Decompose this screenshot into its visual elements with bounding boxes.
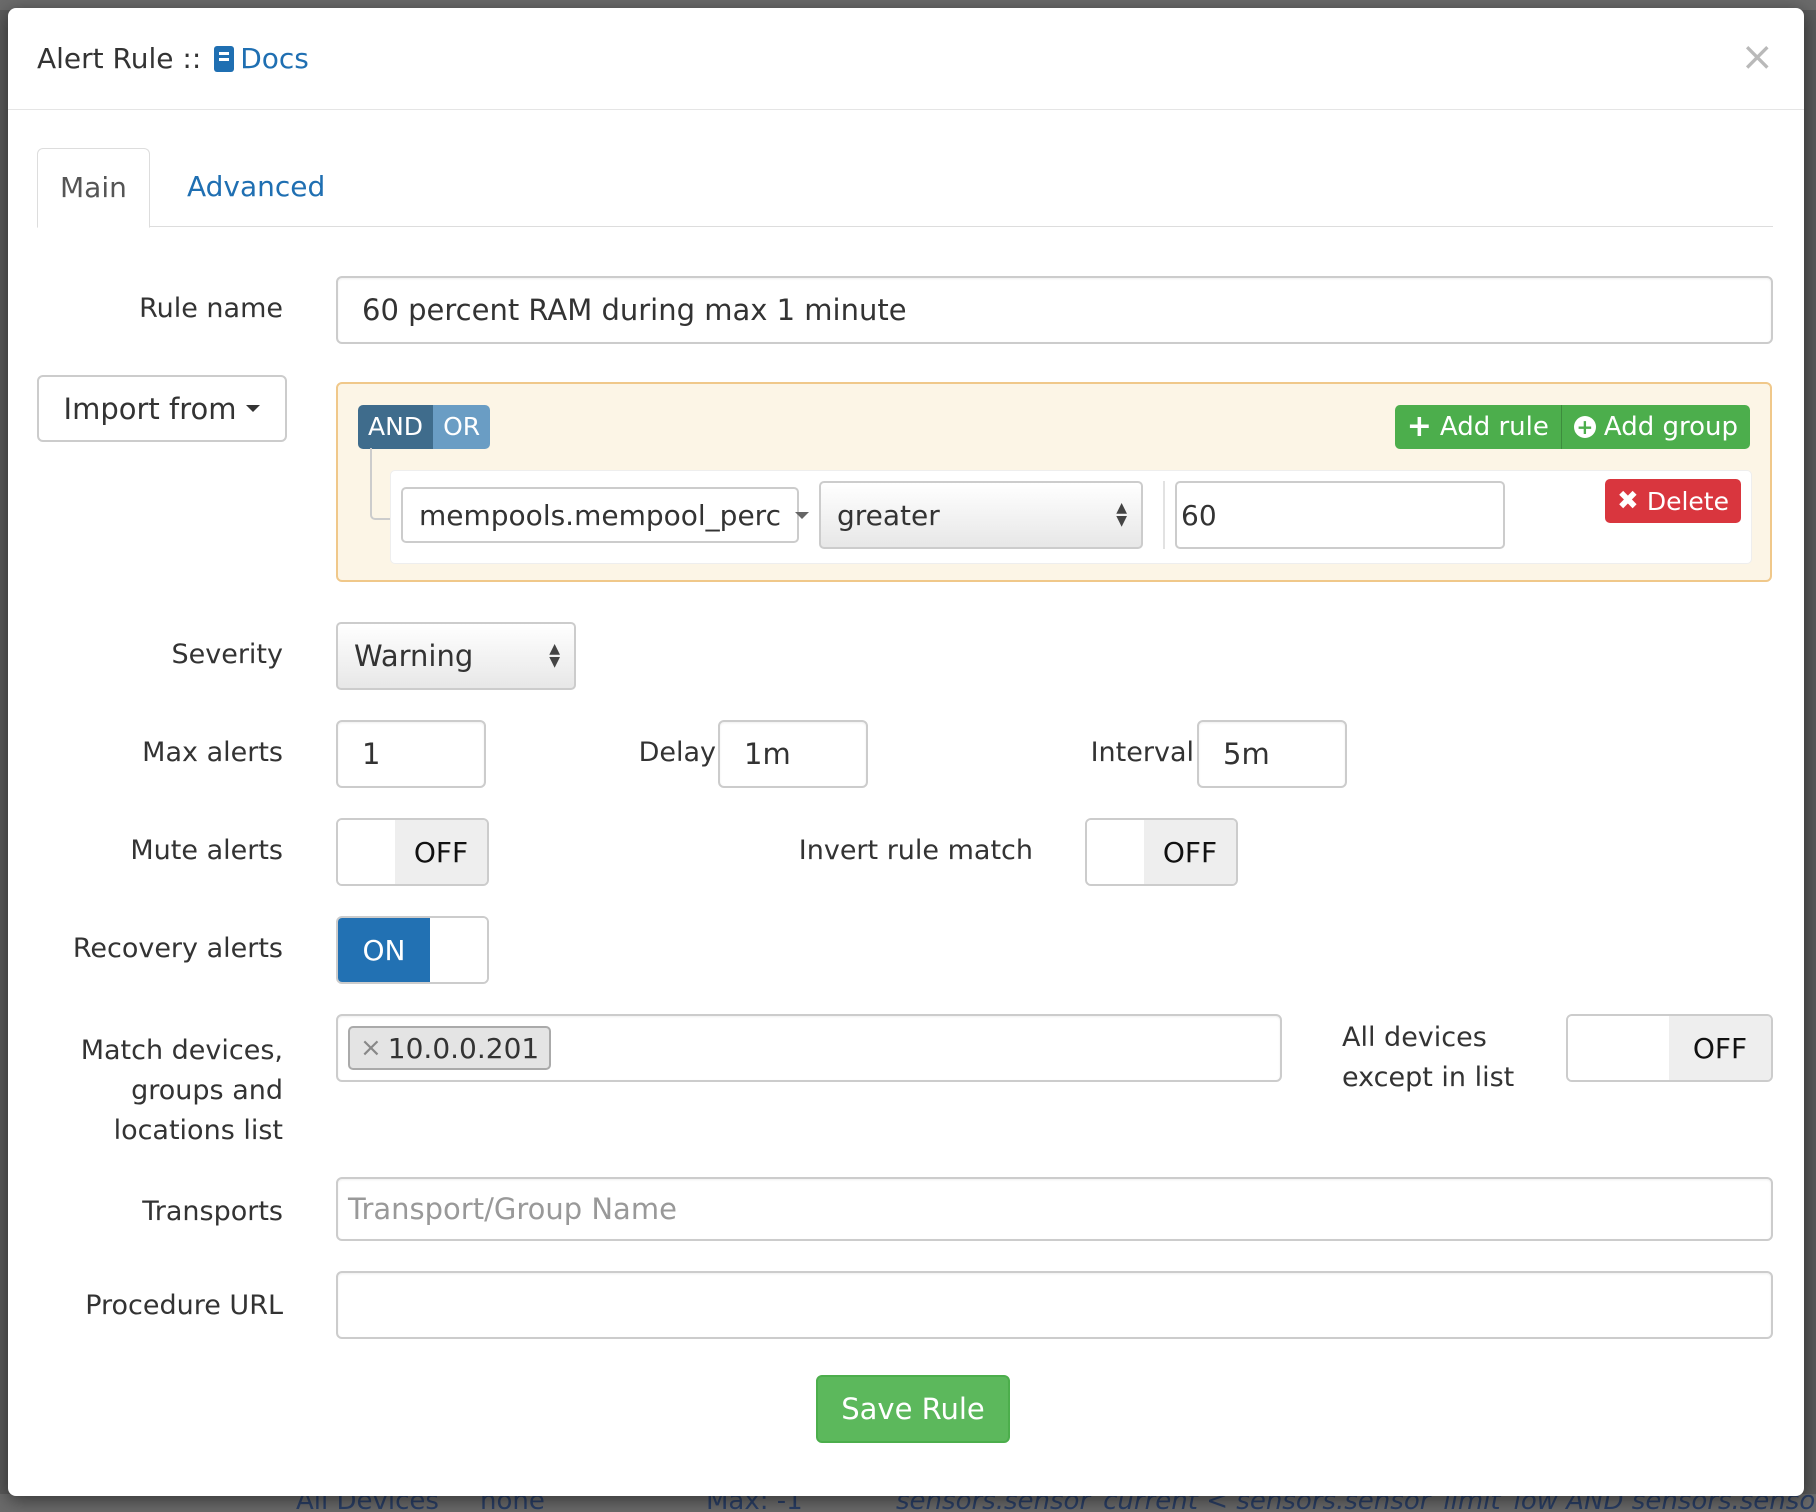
add-group-button[interactable]: + Add group (1560, 405, 1750, 449)
delete-rule-button[interactable]: ✖ Delete (1605, 479, 1741, 523)
recovery-alerts-label: Recovery alerts (72, 933, 283, 964)
caret-down-icon (794, 511, 809, 519)
toggle-handle (430, 918, 487, 982)
background-table-strip: All Devices none Max: -1 sensors.sensor_… (0, 1494, 1816, 1512)
rule-connector-line (370, 448, 392, 520)
import-from-label: Import from (63, 391, 237, 426)
rule-field-select[interactable]: mempools.mempool_perc (401, 487, 809, 543)
tab-main[interactable]: Main (37, 148, 150, 228)
toggle-handle (338, 820, 395, 884)
invert-rule-label: Invert rule match (798, 835, 1033, 866)
remove-tag-icon[interactable]: × (360, 1033, 382, 1063)
rule-field-value: mempools.mempool_perc (419, 498, 781, 532)
match-devices-label-line: locations list (113, 1115, 283, 1146)
caret-down-icon (246, 405, 261, 412)
transports-label: Transports (142, 1196, 283, 1227)
match-devices-label-line: groups and (131, 1075, 283, 1106)
rule-value-input[interactable]: 60 (1175, 481, 1505, 549)
toggle-state: OFF (395, 820, 487, 884)
match-devices-label-line: Match devices, (80, 1035, 283, 1066)
max-alerts-input[interactable]: 1 (336, 720, 486, 788)
severity-label: Severity (171, 639, 283, 670)
all-devices-toggle[interactable]: OFF (1566, 1014, 1773, 1082)
toggle-state: OFF (1144, 820, 1236, 884)
rule-divider (1163, 481, 1165, 549)
and-button[interactable]: AND (358, 405, 434, 449)
and-or-toggle: AND OR (358, 405, 491, 449)
or-button[interactable]: OR (433, 405, 491, 449)
device-tag: × 10.0.0.201 (348, 1026, 552, 1070)
background-cell: none (480, 1494, 545, 1512)
modal-header: Alert Rule :: Docs × (8, 8, 1804, 110)
plus-icon: + (1406, 409, 1432, 444)
add-buttons: + Add rule + Add group (1394, 405, 1750, 449)
severity-select[interactable]: Warning ▲ ▼ (336, 622, 576, 690)
delay-label: Delay (638, 737, 716, 768)
add-rule-label: Add rule (1439, 412, 1549, 442)
rule-name-input[interactable]: 60 percent RAM during max 1 minute (336, 276, 1773, 344)
delete-rule-label: Delete (1646, 486, 1729, 516)
close-icon: ✖ (1617, 486, 1639, 516)
procedure-url-input[interactable] (336, 1271, 1773, 1339)
toggle-handle (1568, 1016, 1669, 1080)
toggle-state: OFF (1669, 1016, 1771, 1080)
add-rule-button[interactable]: + Add rule (1394, 405, 1561, 449)
all-devices-label-line: All devices (1342, 1022, 1487, 1053)
alert-rule-modal: Alert Rule :: Docs × Main Advanced Rule … (8, 8, 1804, 1496)
modal-title: Alert Rule :: Docs (37, 42, 309, 75)
book-icon (214, 46, 235, 72)
background-cell: All Devices (296, 1494, 439, 1512)
toggle-handle (1087, 820, 1144, 884)
rule-name-label: Rule name (139, 293, 283, 324)
query-builder-group: AND OR + Add rule + Add group mempools.mem… (336, 382, 1772, 582)
tab-bar: Main Advanced (37, 140, 1773, 228)
procedure-url-label: Procedure URL (85, 1290, 283, 1321)
match-devices-select[interactable]: × 10.0.0.201 (336, 1014, 1282, 1082)
interval-input[interactable]: 5m (1197, 720, 1347, 788)
close-button[interactable]: × (1740, 34, 1774, 80)
transports-input[interactable]: Transport/Group Name (336, 1177, 1773, 1241)
match-devices-label: Match devices, groups and locations list (33, 1031, 283, 1151)
add-group-label: Add group (1603, 412, 1738, 442)
import-from-button[interactable]: Import from (37, 375, 287, 442)
updown-arrows-icon: ▲ ▼ (549, 641, 560, 670)
modal-title-text: Alert Rule :: (37, 42, 202, 75)
all-devices-label-line: except in list (1342, 1062, 1515, 1093)
plus-circle-icon: + (1573, 416, 1596, 438)
max-alerts-label: Max alerts (142, 737, 283, 768)
mute-alerts-label: Mute alerts (130, 835, 283, 866)
background-cell: sensors.sensor_current < sensors.sensor_… (896, 1494, 1816, 1512)
tab-advanced[interactable]: Advanced (165, 148, 347, 226)
updown-arrows-icon: ▲ ▼ (1116, 500, 1127, 529)
recovery-alerts-toggle[interactable]: ON (336, 916, 489, 984)
interval-label: Interval (1090, 737, 1194, 768)
rule-operator-select[interactable]: greater ▲ ▼ (819, 481, 1143, 549)
invert-rule-toggle[interactable]: OFF (1085, 818, 1238, 886)
background-cell: Max: -1 (706, 1494, 803, 1512)
toggle-state: ON (338, 918, 430, 982)
all-devices-label: All devices except in list (1342, 1018, 1514, 1098)
mute-alerts-toggle[interactable]: OFF (336, 818, 489, 886)
rule-row: mempools.mempool_perc greater ▲ ▼ 60 ✖ Del… (390, 470, 1752, 564)
delay-input[interactable]: 1m (718, 720, 868, 788)
docs-link[interactable]: Docs (240, 42, 309, 75)
save-rule-button[interactable]: Save Rule (816, 1375, 1010, 1443)
device-tag-label: 10.0.0.201 (387, 1031, 540, 1065)
rule-operator-value: greater (837, 498, 940, 532)
severity-value: Warning (354, 639, 474, 673)
